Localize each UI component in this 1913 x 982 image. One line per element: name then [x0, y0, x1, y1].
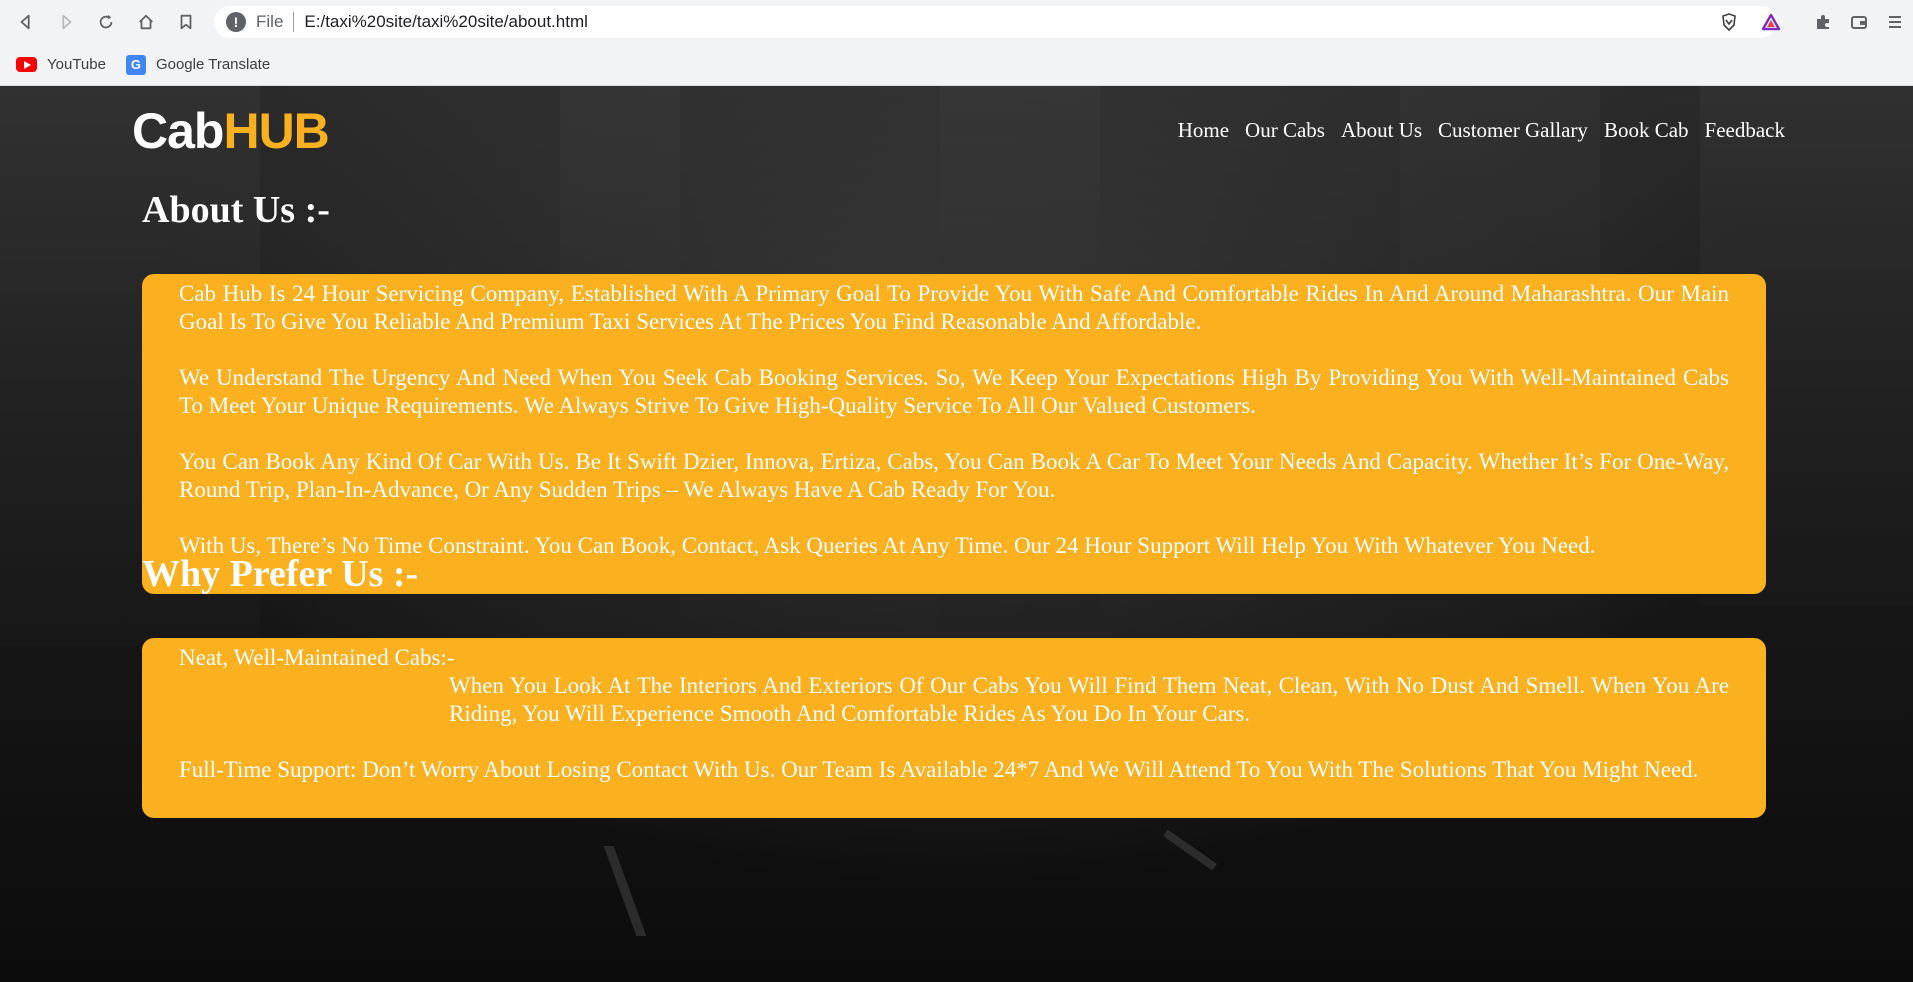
bookmark-label: Google Translate	[155, 56, 271, 73]
address-bar[interactable]: ! File E:/taxi%20site/taxi%20site/about.…	[214, 6, 1777, 38]
url-separator	[293, 12, 295, 32]
google-translate-icon: G	[125, 54, 146, 75]
youtube-icon	[16, 57, 37, 72]
menu-icon[interactable]	[1877, 6, 1913, 38]
info-icon[interactable]: !	[226, 12, 246, 32]
logo-cab-text: Cab	[132, 103, 224, 159]
road-marking	[1163, 829, 1217, 871]
extension-area	[1711, 6, 1913, 38]
web-page: CabHUB Home Our Cabs About Us Customer G…	[0, 86, 1913, 982]
bookmark-label: YouTube	[47, 56, 106, 73]
why-item-heading: Neat, Well-Maintained Cabs:-	[179, 645, 455, 670]
why-item-text: When You Look At The Interiors And Exter…	[449, 673, 1729, 726]
browser-toolbar: ! File E:/taxi%20site/taxi%20site/about.…	[0, 0, 1913, 44]
wallet-icon[interactable]	[1841, 6, 1877, 38]
site-logo[interactable]: CabHUB	[132, 102, 330, 160]
nav-feedback[interactable]: Feedback	[1705, 118, 1785, 143]
nav-our-cabs[interactable]: Our Cabs	[1245, 118, 1325, 143]
extensions-puzzle-icon[interactable]	[1805, 6, 1841, 38]
road-marking	[603, 846, 647, 936]
nav-home[interactable]: Home	[1178, 118, 1229, 143]
brave-rewards-icon[interactable]	[1753, 6, 1789, 38]
url-text[interactable]: E:/taxi%20site/taxi%20site/about.html	[304, 12, 587, 32]
why-card: Neat, Well-Maintained Cabs:- When You Lo…	[142, 638, 1766, 818]
home-icon[interactable]	[130, 6, 162, 38]
logo-hub-text: HUB	[223, 103, 329, 159]
reload-icon[interactable]	[90, 6, 122, 38]
about-paragraph: You Can Book Any Kind Of Car With Us. Be…	[179, 449, 1729, 502]
brave-shield-icon[interactable]	[1711, 6, 1747, 38]
bookmarks-bar: YouTube G Google Translate	[0, 44, 1913, 86]
bookmark-youtube[interactable]: YouTube	[16, 56, 106, 73]
nav-about-us[interactable]: About Us	[1341, 118, 1422, 143]
url-scheme: File	[256, 12, 284, 31]
why-item-neat: Neat, Well-Maintained Cabs:- When You Lo…	[179, 644, 1729, 728]
bookmark-icon[interactable]	[170, 6, 202, 38]
main-nav: Home Our Cabs About Us Customer Gallary …	[1162, 118, 1785, 143]
why-item-support: Full-Time Support: Don’t Worry About Los…	[179, 757, 1699, 782]
nav-customer-gallary[interactable]: Customer Gallary	[1438, 118, 1588, 143]
back-icon[interactable]	[10, 6, 42, 38]
about-title: About Us :-	[142, 189, 330, 231]
about-card: Cab Hub Is 24 Hour Servicing Company, Es…	[142, 274, 1766, 594]
why-title: Why Prefer Us :-	[142, 553, 419, 595]
about-paragraph: Cab Hub Is 24 Hour Servicing Company, Es…	[179, 281, 1729, 334]
nav-book-cab[interactable]: Book Cab	[1604, 118, 1689, 143]
bookmark-google-translate[interactable]: G Google Translate	[125, 54, 271, 75]
forward-icon[interactable]	[50, 6, 82, 38]
about-paragraph: We Understand The Urgency And Need When …	[179, 365, 1729, 418]
